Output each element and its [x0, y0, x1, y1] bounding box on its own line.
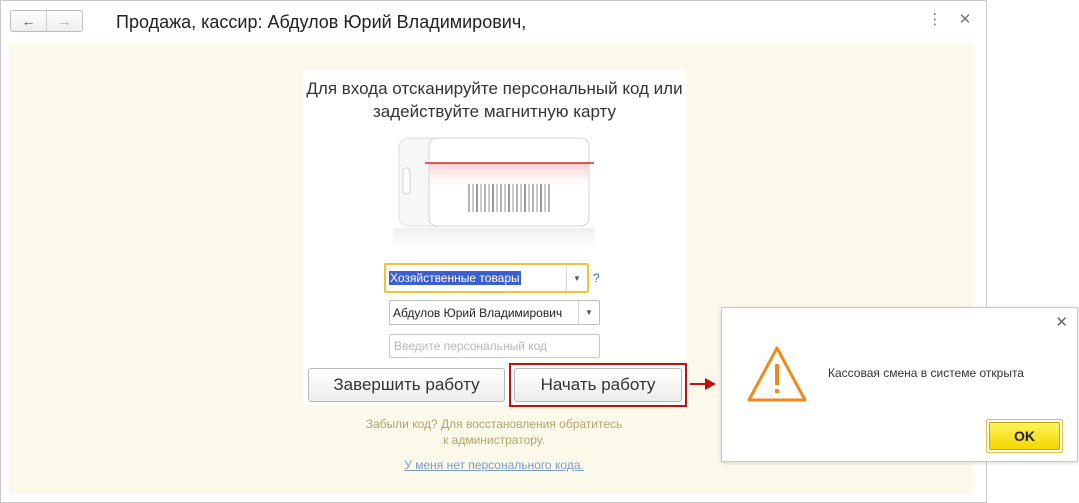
login-prompt: Для входа отсканируйте персональный код … — [306, 79, 683, 121]
title-bar: ← → Продажа, кассир: Абдулов Юрий Владим… — [1, 1, 986, 43]
ok-button[interactable]: OK — [989, 422, 1060, 450]
barcode-scan-illustration-icon — [393, 137, 595, 256]
finish-work-button[interactable]: Завершить работу — [308, 368, 505, 402]
back-arrow-icon[interactable]: ← — [11, 11, 46, 31]
ok-button-focus: OK — [986, 419, 1063, 453]
forgot-code-text: Забыли код? Для восстановления обратитес… — [365, 417, 623, 447]
department-select-value: Хозяйственные товары — [389, 271, 521, 285]
pointer-arrow-icon — [705, 378, 716, 390]
forward-arrow-icon[interactable]: → — [46, 11, 82, 31]
window-close-icon[interactable]: ✕ — [956, 10, 974, 28]
start-button-highlight — [509, 363, 687, 407]
chevron-down-icon[interactable]: ▼ — [578, 301, 599, 324]
info-dialog: ✕ Кассовая смена в системе открыта OK — [721, 307, 1078, 462]
help-question-icon[interactable]: ? — [593, 271, 600, 285]
more-menu-icon[interactable]: ⋮ — [926, 10, 944, 28]
dialog-message: Кассовая смена в системе открыта — [828, 366, 1024, 380]
cashier-select[interactable]: Абдулов Юрий Владимирович ▼ — [389, 300, 600, 325]
personal-code-field[interactable] — [389, 334, 600, 358]
cashier-select-value: Абдулов Юрий Владимирович — [393, 305, 563, 320]
window-title: Продажа, кассир: Абдулов Юрий Владимиров… — [116, 12, 527, 32]
chevron-down-icon[interactable]: ▼ — [566, 265, 587, 291]
personal-code-input[interactable] — [390, 335, 599, 357]
dialog-close-icon[interactable]: ✕ — [1055, 313, 1068, 331]
warning-triangle-icon — [747, 346, 807, 402]
department-select[interactable]: Хозяйственные товары ▼ — [384, 263, 589, 293]
navigation-buttons: ← → — [10, 10, 83, 32]
no-code-link[interactable]: У меня нет персонального кода. — [364, 458, 624, 472]
pointer-arrow-line — [690, 383, 706, 385]
